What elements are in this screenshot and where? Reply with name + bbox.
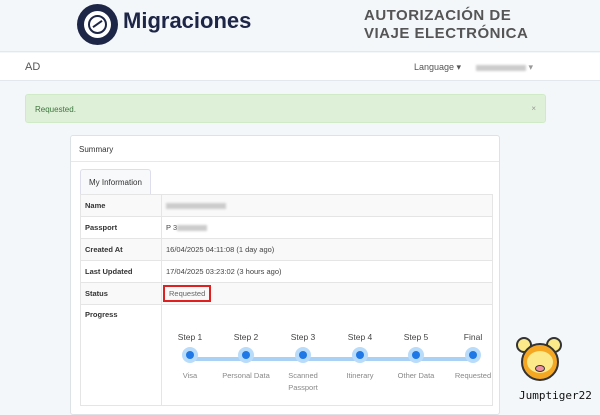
- step-dot-icon: [408, 347, 424, 363]
- language-dropdown[interactable]: Language ▾: [414, 62, 461, 73]
- step-1: Step 1 Visa: [160, 332, 220, 382]
- caret-down-icon: ▾: [528, 62, 534, 72]
- redacted-username: [476, 64, 526, 71]
- status-badge: Requested: [163, 285, 212, 302]
- step-label: Itinerary: [346, 371, 374, 380]
- table-row: Name: [80, 194, 493, 217]
- site-header: Migraciones AUTORIZACIÓN DE VIAJE ELECTR…: [0, 0, 600, 52]
- row-label: Created At: [80, 238, 162, 261]
- passport-value: P 3: [161, 216, 493, 239]
- step-dot-icon: [182, 347, 198, 363]
- tiger-mascot-watermark-icon: [516, 337, 562, 385]
- step-2: Step 2 Personal Data: [216, 332, 276, 382]
- step-title: Step 4: [347, 332, 373, 342]
- step-title: Step 5: [403, 332, 429, 342]
- step-title: Step 2: [233, 332, 259, 342]
- step-final: Final Requested: [443, 332, 503, 382]
- step-3: Step 3 Scanned Passport: [273, 332, 333, 394]
- alert-message: Requested.: [35, 105, 76, 114]
- status-cell: Requested: [161, 282, 493, 305]
- user-menu-dropdown[interactable]: ▾: [476, 62, 533, 73]
- panel-title: Summary: [71, 136, 499, 162]
- row-label: Progress: [80, 304, 162, 406]
- table-row: Last Updated 17/04/2025 03:23:02 (3 hours…: [80, 260, 493, 283]
- step-title: Step 1: [177, 332, 203, 342]
- step-dot-icon: [295, 347, 311, 363]
- step-dot-icon: [352, 347, 368, 363]
- step-label: Requested: [454, 371, 492, 380]
- success-alert: Requested. ×: [25, 94, 546, 123]
- home-link[interactable]: AD: [25, 61, 40, 73]
- row-label: Status: [80, 282, 162, 305]
- row-label: Name: [80, 194, 162, 217]
- step-4: Step 4 Itinerary: [330, 332, 390, 382]
- step-label: Personal Data: [222, 371, 270, 380]
- info-table: Name Passport P 3 Created At 16/04/2025 04…: [80, 194, 493, 406]
- migraciones-logo-icon: [77, 4, 118, 45]
- name-value: [161, 194, 493, 217]
- row-label: Passport: [80, 216, 162, 239]
- summary-panel: Summary My Information Name Passport P 3 …: [70, 135, 500, 415]
- brand-name: Migraciones: [123, 8, 252, 33]
- step-dot-icon: [465, 347, 481, 363]
- table-row: Passport P 3: [80, 216, 493, 239]
- progress-cell: Step 1 Visa Step 2 Personal Data Step 3 Sca…: [161, 304, 493, 406]
- table-row: Created At 16/04/2025 04:11:08 (1 day ago…: [80, 238, 493, 261]
- step-label: Visa: [182, 371, 198, 380]
- heading-line-2: VIAJE ELECTRÓNICA: [364, 25, 529, 42]
- row-label: Last Updated: [80, 260, 162, 283]
- step-title: Final: [463, 332, 483, 342]
- step-label: Other Data: [397, 371, 435, 380]
- tab-my-information[interactable]: My Information: [80, 169, 151, 194]
- watermark-text: Jumptiger22: [519, 389, 592, 402]
- progress-stepper: Step 1 Visa Step 2 Personal Data Step 3 Sca…: [166, 310, 491, 405]
- last-updated-value: 17/04/2025 03:23:02 (3 hours ago): [161, 260, 493, 283]
- step-title: Step 3: [290, 332, 316, 342]
- page-heading: AUTORIZACIÓN DE VIAJE ELECTRÓNICA: [364, 7, 528, 43]
- redacted-name: [166, 203, 226, 210]
- passport-prefix: P 3: [166, 223, 178, 232]
- step-5: Step 5 Other Data: [386, 332, 446, 382]
- heading-line-1: AUTORIZACIÓN DE: [364, 7, 512, 24]
- step-label: Scanned Passport: [288, 371, 318, 392]
- navbar: AD Language ▾ ▾: [0, 53, 600, 81]
- created-at-value: 16/04/2025 04:11:08 (1 day ago): [161, 238, 493, 261]
- redacted-passport: [177, 225, 208, 232]
- step-dot-icon: [238, 347, 254, 363]
- table-row: Status Requested: [80, 282, 493, 305]
- close-alert-button[interactable]: ×: [531, 104, 536, 113]
- table-row: Progress Step 1 Visa Step 2 Personal Data …: [80, 304, 493, 406]
